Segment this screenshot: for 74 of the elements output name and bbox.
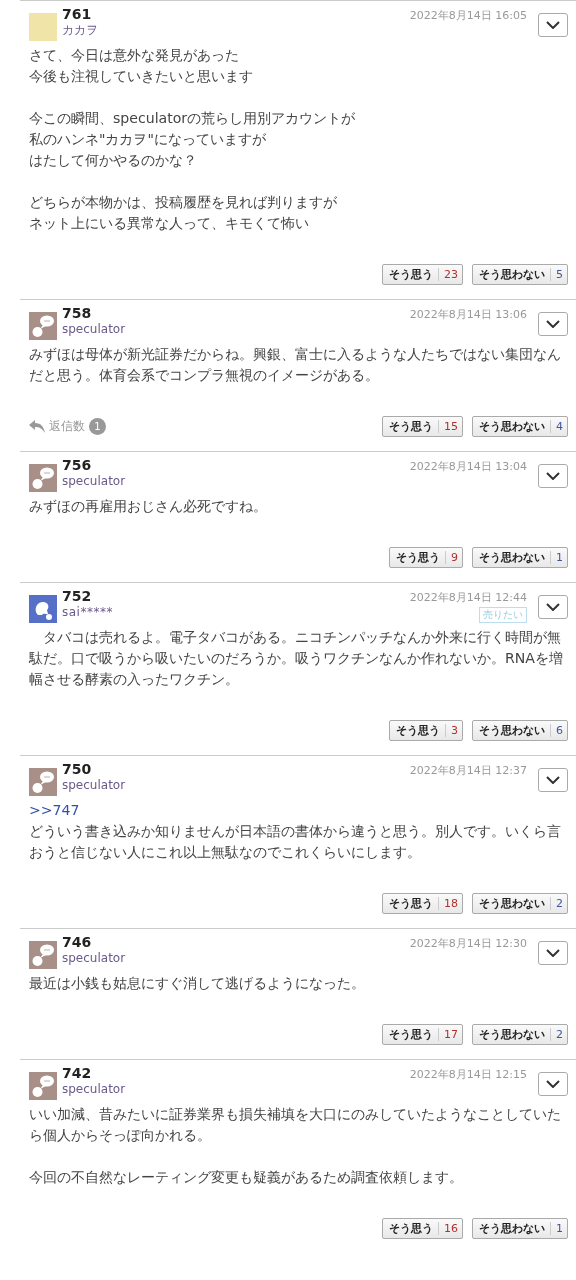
- post-date: 2022年8月14日 12:44: [409, 590, 527, 605]
- post-text: 私のハンネ"カカヲ"になっていますが: [29, 130, 267, 149]
- chevron-down-icon: [546, 949, 560, 957]
- disagree-button[interactable]: そう思わない 2: [472, 893, 568, 914]
- menu-button[interactable]: [538, 464, 568, 488]
- post-date: 2022年8月14日 12:30: [409, 936, 527, 951]
- avatar-speech-bubble-icon: [29, 464, 57, 492]
- disagree-button[interactable]: そう思わない 4: [472, 416, 568, 437]
- menu-button[interactable]: [538, 13, 568, 37]
- agree-button[interactable]: そう思う 23: [382, 264, 463, 285]
- agree-button[interactable]: そう思う 9: [389, 547, 463, 568]
- author-name[interactable]: speculator: [62, 473, 405, 489]
- post-text: タバコは売れるよ。電子タバコがある。ニコチンパッチなんか外来に行く時間が無駄だ。口で吸うから吸いたいのだろうか。吸うワクチンなんか作れないか。RNAを増幅させる酵素の入ったワクチン。: [29, 628, 564, 689]
- avatar-photo-placeholder: [29, 13, 57, 41]
- disagree-button[interactable]: そう思わない 1: [472, 547, 568, 568]
- post-number: 758: [62, 305, 93, 321]
- menu-button[interactable]: [538, 595, 568, 619]
- reply-count: 1: [89, 418, 106, 435]
- post-number: 756: [62, 457, 93, 473]
- agree-button[interactable]: そう思う 17: [382, 1024, 463, 1045]
- post-date: 2022年8月14日 13:06: [409, 307, 527, 322]
- post-date: 2022年8月14日 12:37: [409, 763, 527, 778]
- post-text: いい加減、昔みたいに証券業界も損失補填を大口にのみしていたようなことしていたら個人からそっぽ向かれる。: [29, 1105, 562, 1145]
- menu-button[interactable]: [538, 312, 568, 336]
- disagree-button[interactable]: そう思わない 2: [472, 1024, 568, 1045]
- menu-button[interactable]: [538, 1072, 568, 1096]
- chevron-down-icon: [546, 603, 560, 611]
- post-text: ネット上にいる異常な人って、キモくて怖い: [29, 214, 310, 233]
- author-name[interactable]: speculator: [62, 777, 405, 793]
- post-text: 今この瞬間、speculatorの荒らし用別アカウントが: [29, 109, 357, 128]
- post-text: どういう書き込みか知りませんが日本語の書体から違うと思う。別人です。いくら言おうと信じない人にこれ以上無駄なのでこれくらいにします。: [29, 822, 562, 862]
- post-number: 746: [62, 934, 93, 950]
- chevron-down-icon: [546, 776, 560, 784]
- agree-button[interactable]: そう思う 16: [382, 1218, 463, 1239]
- post-text: さて、今日は意外な発見があった: [29, 46, 240, 65]
- post-text: 今後も注視していきたいと思います: [29, 67, 254, 86]
- agree-button[interactable]: そう思う 15: [382, 416, 463, 437]
- post-text: みずほは母体が新光証券だからね。興銀、富士に入るような人たちではない集団なんだと思う。体育会系でコンプラ無視のイメージがある。: [29, 345, 562, 385]
- post-number: 761: [62, 6, 93, 22]
- avatar-speech-bubble-icon: [29, 768, 57, 796]
- author-name[interactable]: sai*****: [62, 604, 405, 620]
- reply-link[interactable]: >>747: [29, 800, 566, 821]
- chevron-down-icon: [546, 320, 560, 328]
- avatar-speech-bubble-icon: [29, 312, 57, 340]
- post-text: 最近は小銭も姑息にすぐ消して逃げるようになった。: [29, 974, 366, 993]
- agree-button[interactable]: そう思う 3: [389, 720, 463, 741]
- author-name[interactable]: speculator: [62, 1081, 405, 1097]
- menu-button[interactable]: [538, 941, 568, 965]
- post-number: 752: [62, 588, 93, 604]
- post-date: 2022年8月14日 12:15: [409, 1067, 527, 1082]
- chevron-down-icon: [546, 21, 560, 29]
- post-number: 742: [62, 1065, 93, 1081]
- author-name[interactable]: カカヲ: [62, 22, 405, 38]
- post-text: 今回の不自然なレーティング変更も疑義があるため調査依頼します。: [29, 1168, 464, 1187]
- agree-button[interactable]: そう思う 18: [382, 893, 463, 914]
- author-name[interactable]: speculator: [62, 950, 405, 966]
- post-number: 750: [62, 761, 93, 777]
- reply-arrow-icon: [29, 420, 45, 433]
- disagree-button[interactable]: そう思わない 6: [472, 720, 568, 741]
- post-text: はたして何かやるのかな？: [29, 151, 198, 170]
- post-date: 2022年8月14日 16:05: [409, 8, 527, 23]
- chevron-down-icon: [546, 1080, 560, 1088]
- sentiment-tag: 売りたい: [479, 607, 527, 623]
- avatar-speech-bubble-icon: [29, 941, 57, 969]
- disagree-button[interactable]: そう思わない 5: [472, 264, 568, 285]
- post-text: みずほの再雇用おじさん必死ですね。: [29, 497, 268, 516]
- menu-button[interactable]: [538, 768, 568, 792]
- post-date: 2022年8月14日 13:04: [409, 459, 527, 474]
- author-name[interactable]: speculator: [62, 321, 405, 337]
- post-text: どちらが本物かは、投稿履歴を見れば判りますが: [29, 193, 338, 212]
- chevron-down-icon: [546, 472, 560, 480]
- avatar-silhouette-icon: [29, 595, 57, 623]
- disagree-button[interactable]: そう思わない 1: [472, 1218, 568, 1239]
- avatar-speech-bubble-icon: [29, 1072, 57, 1100]
